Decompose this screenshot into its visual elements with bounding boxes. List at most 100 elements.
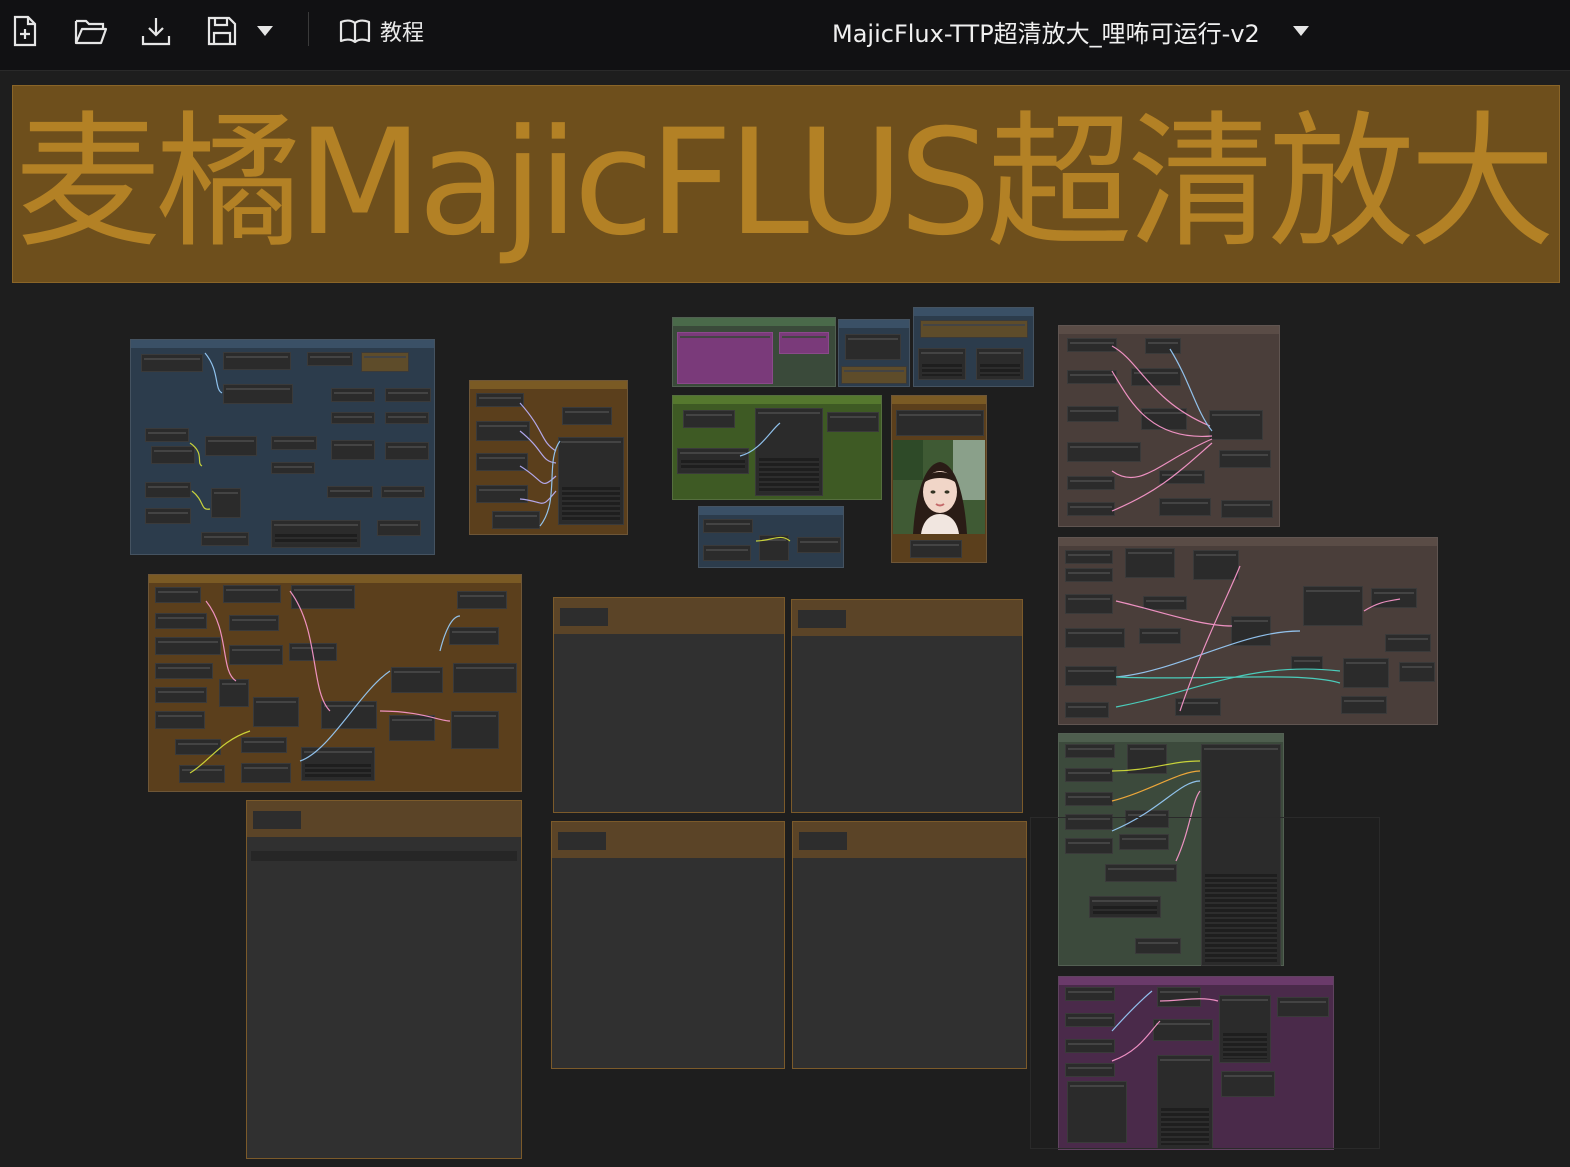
node[interactable] bbox=[391, 667, 443, 693]
image-preview-panel-1[interactable] bbox=[553, 597, 785, 813]
node[interactable] bbox=[1067, 442, 1141, 462]
node[interactable] bbox=[476, 485, 528, 503]
node[interactable] bbox=[827, 412, 879, 432]
node[interactable] bbox=[1131, 368, 1181, 386]
node[interactable] bbox=[457, 591, 507, 609]
node[interactable] bbox=[155, 663, 213, 679]
node[interactable] bbox=[223, 352, 291, 370]
group-brown-1[interactable] bbox=[1058, 325, 1280, 527]
node[interactable] bbox=[1139, 628, 1181, 644]
node[interactable] bbox=[1065, 568, 1113, 582]
save-menu-button[interactable] bbox=[252, 12, 278, 50]
group-prompt[interactable] bbox=[672, 317, 836, 387]
open-workflow-button[interactable] bbox=[72, 12, 110, 50]
node[interactable] bbox=[301, 747, 375, 781]
node[interactable] bbox=[1067, 370, 1117, 384]
group-green-prompt[interactable] bbox=[672, 395, 882, 500]
node[interactable] bbox=[1385, 634, 1431, 652]
node[interactable] bbox=[1065, 550, 1113, 564]
node[interactable] bbox=[453, 663, 517, 693]
node[interactable] bbox=[331, 440, 375, 460]
node[interactable] bbox=[910, 540, 962, 558]
node[interactable] bbox=[1127, 744, 1167, 774]
node[interactable] bbox=[779, 332, 829, 354]
node[interactable] bbox=[271, 462, 315, 474]
group-blue-small-3[interactable] bbox=[698, 506, 844, 568]
node[interactable] bbox=[1193, 550, 1239, 580]
group-small-blue[interactable] bbox=[838, 319, 910, 387]
node[interactable] bbox=[331, 412, 375, 424]
node[interactable] bbox=[492, 511, 540, 529]
node[interactable] bbox=[145, 508, 191, 524]
node[interactable] bbox=[385, 412, 429, 424]
node[interactable] bbox=[1141, 408, 1187, 430]
node[interactable] bbox=[219, 679, 249, 707]
node[interactable] bbox=[155, 637, 221, 655]
node[interactable] bbox=[307, 352, 353, 366]
group-orange-sampler[interactable] bbox=[148, 574, 522, 792]
node[interactable] bbox=[1065, 666, 1117, 686]
node[interactable] bbox=[201, 532, 249, 546]
node[interactable] bbox=[291, 585, 355, 609]
node[interactable] bbox=[1371, 588, 1417, 608]
image-preview-panel-2[interactable] bbox=[791, 599, 1023, 813]
node[interactable] bbox=[141, 354, 203, 372]
node[interactable] bbox=[1219, 450, 1271, 468]
compare-slider-bar[interactable] bbox=[251, 851, 517, 861]
node[interactable] bbox=[1221, 500, 1273, 518]
node[interactable] bbox=[151, 446, 195, 464]
node[interactable] bbox=[976, 348, 1024, 380]
group-brown-2[interactable] bbox=[1058, 537, 1438, 725]
image-preview-panel-4[interactable] bbox=[792, 821, 1027, 1069]
node[interactable] bbox=[683, 410, 735, 428]
node[interactable] bbox=[145, 428, 189, 442]
node[interactable] bbox=[703, 545, 751, 561]
node[interactable] bbox=[703, 519, 753, 533]
node[interactable] bbox=[1399, 662, 1435, 682]
node[interactable] bbox=[677, 448, 749, 474]
node[interactable] bbox=[1125, 548, 1175, 578]
node[interactable] bbox=[476, 393, 524, 407]
group-blue-loaders[interactable] bbox=[130, 339, 435, 555]
node[interactable] bbox=[1065, 628, 1125, 648]
node[interactable] bbox=[451, 711, 499, 749]
node[interactable] bbox=[377, 520, 421, 536]
save-button[interactable] bbox=[204, 12, 240, 50]
node[interactable] bbox=[755, 408, 823, 496]
node[interactable] bbox=[385, 442, 429, 460]
node[interactable] bbox=[476, 421, 530, 441]
node[interactable] bbox=[1159, 470, 1205, 484]
title-note-node[interactable]: 麦橘MajicFLUS超清放大 bbox=[12, 85, 1560, 283]
node[interactable] bbox=[1065, 594, 1113, 614]
node[interactable] bbox=[223, 384, 293, 404]
node[interactable] bbox=[327, 486, 373, 498]
node[interactable] bbox=[155, 711, 205, 729]
node[interactable] bbox=[271, 520, 361, 548]
node[interactable] bbox=[321, 701, 377, 729]
new-workflow-button[interactable] bbox=[8, 12, 42, 50]
node[interactable] bbox=[1303, 586, 1363, 626]
node[interactable] bbox=[1343, 658, 1389, 688]
node[interactable] bbox=[1145, 338, 1181, 354]
node[interactable] bbox=[1065, 702, 1109, 718]
node[interactable] bbox=[841, 366, 907, 384]
tutorial-button[interactable]: 教程 bbox=[338, 12, 434, 50]
node[interactable] bbox=[845, 334, 901, 360]
node[interactable] bbox=[1159, 498, 1211, 516]
node[interactable] bbox=[1067, 476, 1115, 490]
node[interactable] bbox=[361, 352, 409, 372]
node[interactable] bbox=[918, 348, 966, 380]
node[interactable] bbox=[1067, 502, 1115, 516]
node[interactable] bbox=[896, 410, 984, 436]
node[interactable] bbox=[1291, 656, 1323, 670]
group-orange-flux[interactable] bbox=[469, 380, 628, 535]
node[interactable] bbox=[1143, 596, 1187, 610]
workflow-menu-button[interactable] bbox=[1290, 12, 1312, 50]
node[interactable] bbox=[211, 488, 241, 518]
node[interactable] bbox=[389, 715, 435, 741]
node[interactable] bbox=[241, 737, 287, 753]
node[interactable] bbox=[920, 320, 1028, 338]
node[interactable] bbox=[289, 643, 337, 661]
node[interactable] bbox=[1067, 406, 1119, 422]
node[interactable] bbox=[229, 645, 283, 665]
